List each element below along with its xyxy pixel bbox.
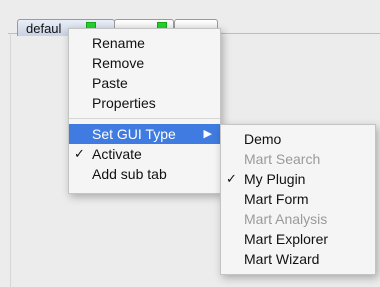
- tab-label: defaul: [26, 21, 62, 36]
- menu-item-paste[interactable]: Paste: [69, 73, 220, 93]
- menu-item-remove[interactable]: Remove: [69, 53, 220, 73]
- menu-item-set-gui-type[interactable]: Set GUI Type ▶: [69, 124, 220, 144]
- menu-item-label: Mart Wizard: [244, 251, 320, 267]
- menu-item-label: Mart Form: [244, 191, 309, 207]
- submenu-item-mart-explorer[interactable]: Mart Explorer: [221, 229, 375, 249]
- panel-border: [10, 33, 11, 287]
- gui-type-submenu: Demo Mart Search ✓ My Plugin Mart Form M…: [220, 124, 376, 275]
- checkmark-icon: ✓: [74, 146, 85, 161]
- menu-item-label: Properties: [92, 95, 156, 111]
- tab-context-menu: Rename Remove Paste Properties Set GUI T…: [68, 28, 221, 194]
- menu-item-rename[interactable]: Rename: [69, 33, 220, 53]
- menu-item-label: Mart Analysis: [244, 211, 328, 227]
- submenu-item-my-plugin[interactable]: ✓ My Plugin: [221, 169, 375, 189]
- menu-item-label: Set GUI Type: [92, 126, 176, 142]
- menu-item-label: My Plugin: [244, 171, 306, 187]
- menu-item-label: Rename: [92, 35, 145, 51]
- submenu-item-mart-analysis: Mart Analysis: [221, 209, 375, 229]
- menu-item-label: Add sub tab: [92, 166, 167, 182]
- menu-item-label: Paste: [92, 75, 128, 91]
- submenu-item-mart-form[interactable]: Mart Form: [221, 189, 375, 209]
- menu-separator: [69, 118, 220, 119]
- menu-item-label: Demo: [244, 131, 282, 147]
- checkmark-icon: ✓: [226, 171, 237, 186]
- menu-item-label: Activate: [92, 146, 142, 162]
- submenu-item-demo[interactable]: Demo: [221, 129, 375, 149]
- menu-item-activate[interactable]: ✓ Activate: [69, 144, 220, 164]
- menu-item-label: Mart Search: [244, 151, 321, 167]
- submenu-arrow-icon: ▶: [203, 128, 212, 140]
- menu-item-add-sub-tab[interactable]: Add sub tab: [69, 164, 220, 184]
- submenu-item-mart-search: Mart Search: [221, 149, 375, 169]
- menu-item-label: Mart Explorer: [244, 231, 329, 247]
- menu-item-label: Remove: [92, 55, 145, 71]
- menu-item-properties[interactable]: Properties: [69, 93, 220, 113]
- submenu-item-mart-wizard[interactable]: Mart Wizard: [221, 249, 375, 269]
